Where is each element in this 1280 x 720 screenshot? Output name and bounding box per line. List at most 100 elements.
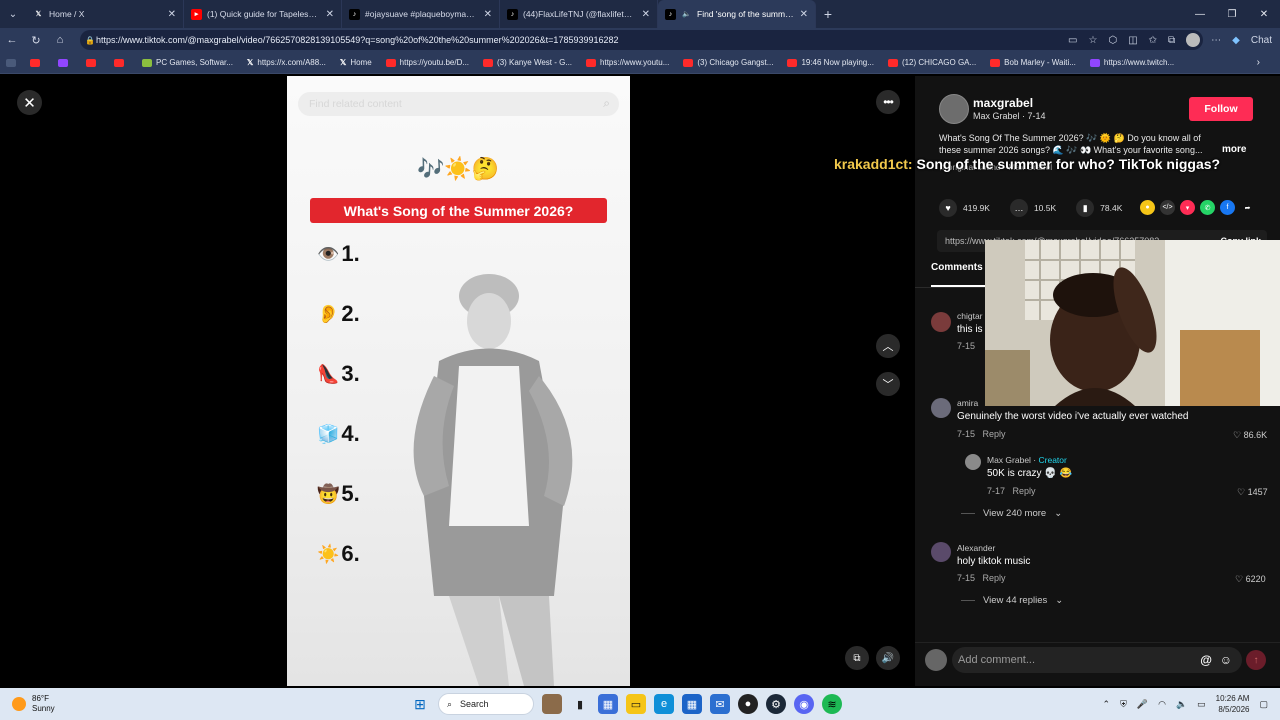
tab-4-active[interactable]: ♪ 🔈 Find 'song of the summer 202... ✕ [658,0,816,28]
close-tab-icon[interactable]: ✕ [642,9,650,20]
more-menu-icon[interactable]: ⋯ [1211,35,1221,46]
close-tab-icon[interactable]: ✕ [484,9,492,20]
windows-start-icon[interactable]: ⊞ [410,694,430,714]
star-icon[interactable]: ☆ [1088,35,1097,46]
commenter-name[interactable]: chigtar [957,311,983,321]
send-icon[interactable]: ▾ [1180,200,1195,215]
share-icon[interactable]: ➦ [1240,200,1255,215]
close-tab-icon[interactable]: ✕ [800,9,808,20]
whatsapp-icon[interactable]: ✆ [1200,200,1215,215]
comment-stat[interactable]: … 10.5K [1009,199,1056,217]
mail-icon[interactable]: ✉ [710,694,730,714]
taskbar-search[interactable]: ⌕ Search [438,693,534,715]
more-link[interactable]: more [1222,144,1246,155]
clock[interactable]: 10:26 AM 8/5/2026 [1216,693,1250,715]
commenter-avatar[interactable] [931,542,951,562]
reply-button[interactable]: Reply [983,573,1006,583]
commenter-name[interactable]: Alexander [957,543,995,553]
audio-playing-icon[interactable]: 🔈 [681,9,692,20]
save-stat[interactable]: ▮ 78.4K [1076,199,1122,217]
bookmark-item[interactable]: https://www.twitch... [1089,58,1174,67]
new-tab-button[interactable]: + [816,6,840,22]
reply-button[interactable]: Reply [1013,486,1036,496]
send-comment-button[interactable]: ↑ [1246,650,1266,670]
creator-name-row[interactable]: Max Grabel · Creator [987,455,1067,465]
bookmark-item[interactable]: https://youtu.be/D... [385,58,469,67]
maximize-icon[interactable]: ❐ [1216,0,1248,28]
tab-0[interactable]: 𝕏 Home / X ✕ [26,0,184,28]
author-avatar[interactable] [939,94,969,124]
url-field[interactable]: 🔒 https://www.tiktok.com/@maxgrabel/vide… [80,30,1203,50]
chevron-up-icon[interactable]: ︿ [876,334,900,358]
chat-label[interactable]: Chat [1251,35,1272,46]
tab-comments[interactable]: Comments [931,262,983,273]
comment-like[interactable]: ♡ 6220 [1235,574,1266,585]
bookmark-item[interactable]: 19:46 Now playing... [787,58,874,67]
bookmark-item[interactable]: (12) CHICAGO GA... [887,58,976,67]
reply-button[interactable]: Reply [983,429,1006,439]
speaker-icon[interactable]: 🔈 [1176,699,1187,710]
minimize-icon[interactable]: — [1184,0,1216,28]
close-tab-icon[interactable]: ✕ [168,9,176,20]
more-options-icon[interactable]: ••• [876,90,900,114]
commenter-name[interactable]: amira [957,398,978,408]
close-window-icon[interactable]: ✕ [1248,0,1280,28]
spotify-icon[interactable]: ≋ [822,694,842,714]
steam-icon[interactable]: ⚙ [766,694,786,714]
battery-icon[interactable]: ▭ [1197,699,1206,710]
add-comment-input[interactable]: Add comment... @ ☺ [952,647,1242,673]
view-replies[interactable]: View 44 replies ⌄ [961,595,1063,606]
bookmark-item[interactable] [6,58,16,67]
search-icon[interactable]: ⌕ [603,96,610,111]
tab-3[interactable]: ♪ (44)FlaxLifeTNJ (@flaxlifetnj) | TikT.… [500,0,658,28]
bookmark-item[interactable]: PC Games, Softwar... [142,58,233,67]
bookmark-item[interactable]: 𝕏https://x.com/A88... [247,58,326,67]
chevron-up-icon[interactable]: ⌃ [1103,699,1111,710]
embed-icon[interactable]: </> [1160,200,1175,215]
mention-icon[interactable]: @ [1200,653,1212,667]
pip-icon[interactable]: ⧉ [845,646,869,670]
bookmark-item[interactable]: Bob Marley - Waiti... [990,58,1076,67]
split-screen-icon[interactable]: ▭ [1068,35,1077,46]
heart-icon[interactable]: ♥ [939,199,957,217]
comment-like[interactable]: ♡ 86.6K [1233,430,1267,441]
close-video-button[interactable]: ✕ [17,90,42,115]
notification-icon[interactable]: ▢ [1259,699,1268,710]
lock-icon[interactable]: 🔒 [85,36,95,45]
split-icon[interactable]: ◫ [1128,35,1137,46]
weather-widget[interactable]: 86°F Sunny [12,694,55,714]
file-explorer-icon[interactable]: ▭ [626,694,646,714]
chevron-down-icon[interactable]: ﹀ [876,372,900,396]
bookmark-icon[interactable]: ▮ [1076,199,1095,217]
copilot-icon[interactable]: ◆ [1232,35,1240,46]
volume-icon[interactable]: 🔊 [876,646,900,670]
widgets-icon[interactable] [542,694,562,714]
follow-button[interactable]: Follow [1189,97,1253,121]
creator-avatar[interactable] [965,454,981,470]
bookmark-item[interactable] [114,58,128,67]
collections-icon[interactable]: ⧉ [1168,35,1175,46]
close-tab-icon[interactable]: ✕ [326,9,334,20]
emoji-icon[interactable]: ☺ [1220,653,1232,667]
extension-icon[interactable]: ⬡ [1108,35,1117,46]
tab-actions-menu-icon[interactable]: ⌄ [0,0,26,28]
bookmark-item[interactable] [86,58,100,67]
task-view-icon[interactable]: ▮ [570,694,590,714]
like-stat[interactable]: ♥ 419.9K [939,199,990,217]
commenter-name[interactable]: Max Grabel [987,455,1031,465]
commenter-avatar[interactable] [931,312,951,332]
comment-icon[interactable]: … [1009,199,1028,217]
microphone-icon[interactable]: 🎤 [1137,699,1148,710]
security-icon[interactable]: ⛨ [1120,699,1127,710]
bookmark-item[interactable]: (3) Chicago Gangst... [683,58,773,67]
calendar-icon[interactable]: ▦ [682,694,702,714]
tab-2[interactable]: ♪ #ojaysuave #plaqueboymaxedit #... ✕ [342,0,500,28]
facebook-icon[interactable]: f [1220,200,1235,215]
profile-avatar[interactable] [1186,33,1201,47]
refresh-icon[interactable]: ↻ [24,34,48,47]
commenter-avatar[interactable] [931,398,951,418]
store-icon[interactable]: ▦ [598,694,618,714]
tab-1[interactable]: ▸ (1) Quick guide for Tapeless Camc... ✕ [184,0,342,28]
back-icon[interactable]: ← [0,34,24,46]
discord-icon[interactable]: ◉ [794,694,814,714]
